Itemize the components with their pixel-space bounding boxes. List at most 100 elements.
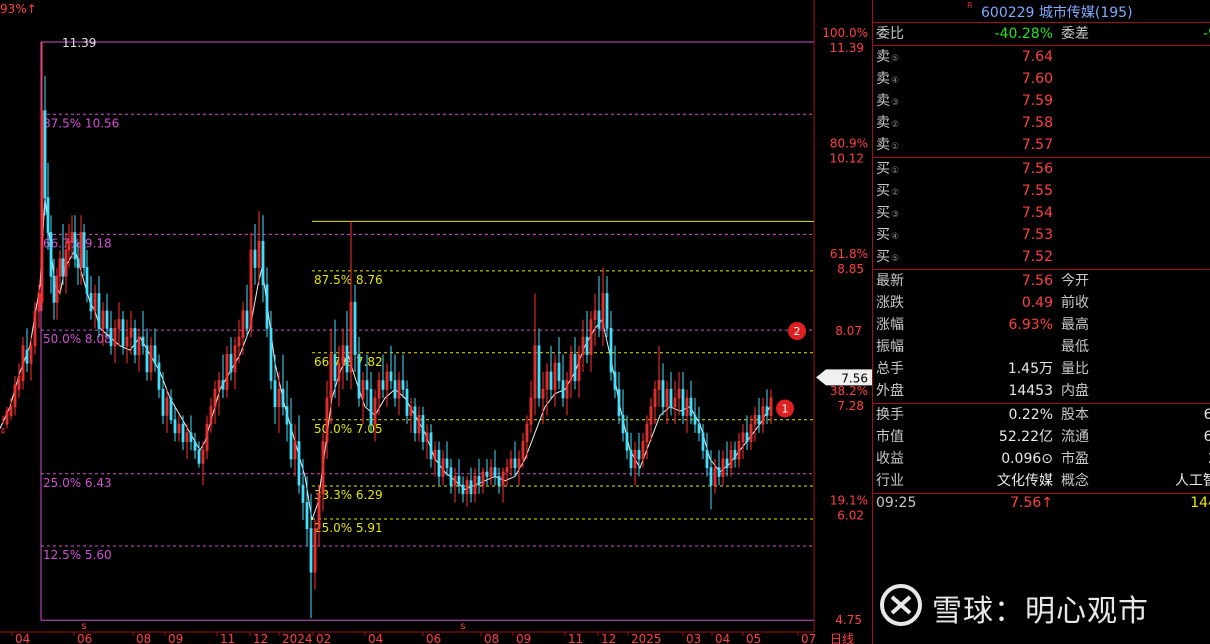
candle-body [689,397,693,416]
candle [621,389,625,442]
stat-label: 最新 [876,273,904,289]
sell-price: 7.57 [1021,137,1053,153]
candle-body [405,388,409,416]
candle-body [697,423,701,434]
stat-value-2: 人工智 [1175,473,1210,489]
candle [493,450,497,486]
candle-body [561,380,565,399]
candle [629,432,633,477]
x-tick-label: 2024 [282,632,313,644]
candle [385,363,389,407]
weibi-label: 委比 [876,26,904,42]
candle [189,415,193,451]
candle [693,398,697,433]
y-tick-price: 8.85 [837,262,864,276]
x-tick-label: 09 [168,632,183,644]
candle-body [617,388,621,416]
candle [473,467,477,503]
candle [209,398,213,433]
candle-body [161,388,165,416]
stat-value: 14453 [1008,383,1053,399]
sell-label: 卖② [876,115,900,131]
stat-value: 文化传媒 [997,473,1053,489]
candle-body [309,528,313,573]
sell-price: 7.58 [1021,115,1053,131]
stat-label-2: 概念 [1061,473,1089,489]
x-tick-label: 12 [601,632,616,644]
candle-body [681,388,685,416]
buy-price: 7.56 [1021,161,1053,177]
candle [37,284,41,329]
stat-label-2: 前收 [1061,295,1089,311]
kline-chart[interactable]: 11.39 87.5% 10.56 66.7% 9.18 50.0% 8.08 25.0… [0,0,872,644]
stock-header: R 600229 城市传媒(195) [873,0,1210,23]
candle [157,354,161,399]
y-tick-price: 4.75 [835,613,862,627]
candle-body [485,471,489,477]
s-marker: s [81,621,86,632]
buy-level-row: 买② 7.55 [873,180,1210,202]
candle [221,354,225,399]
candle [253,223,257,285]
candle [261,215,265,303]
stock-title[interactable]: 600229 城市传媒(195) [981,2,1133,22]
candle [125,319,129,364]
candle-body [89,293,93,312]
stat-row: 涨跌 0.49 前收 [873,292,1210,314]
candle [165,389,169,433]
candle-body [289,423,293,460]
candle-body [573,354,577,382]
candle [597,276,601,338]
weicha-label: 委差 [1061,26,1089,42]
candle [181,415,185,451]
candle-body [637,449,641,460]
candle-body [189,432,193,442]
candle [485,458,489,486]
sell-price: 7.59 [1021,93,1053,109]
fib-left-level-label: 87.5% 10.56 [43,116,119,130]
fib-left-top-label: 11.39 [62,36,96,50]
candle [577,345,581,399]
buy-label: 买② [876,183,900,199]
candle [617,371,621,425]
candle-body [145,345,149,373]
stat-value: 0.22% [1008,407,1053,423]
candle [225,345,229,399]
candle-body [261,240,265,286]
stat-value: 1.45万 [1007,361,1053,377]
stat-label-2: 股本 [1061,407,1089,423]
sell-price: 7.64 [1021,49,1053,65]
candle-body [745,432,749,442]
stat-label-2: 市盈 [1061,451,1089,467]
stock-count: (195) [1094,5,1133,21]
stat-value: 0.096⊙ [1001,451,1053,467]
candle-body [437,449,441,477]
y-tick-price: 6.02 [837,508,864,522]
stat-label: 收益 [876,451,904,467]
fib-right-level-label: 87.5% 8.76 [314,273,383,287]
candle [133,319,137,364]
candle [497,467,501,494]
candle-body [389,371,393,382]
candle-body [229,354,233,373]
candle [673,380,677,425]
candle-body [477,475,481,486]
sell-label: 卖③ [876,93,900,109]
candle [705,432,709,477]
candle-body [613,371,617,390]
candle [449,458,453,494]
candle-body [25,349,29,364]
candle [205,415,209,459]
x-tick-label: 06 [77,632,92,644]
candle [625,415,629,459]
stat-row: 振幅 最低 [873,336,1210,358]
candle [733,441,737,468]
candle [55,267,59,320]
candle [173,406,177,442]
candle [58,250,62,294]
candle [313,519,317,590]
candle [701,424,705,459]
candle [413,398,417,442]
candle [82,223,86,277]
candle-body [265,284,269,329]
